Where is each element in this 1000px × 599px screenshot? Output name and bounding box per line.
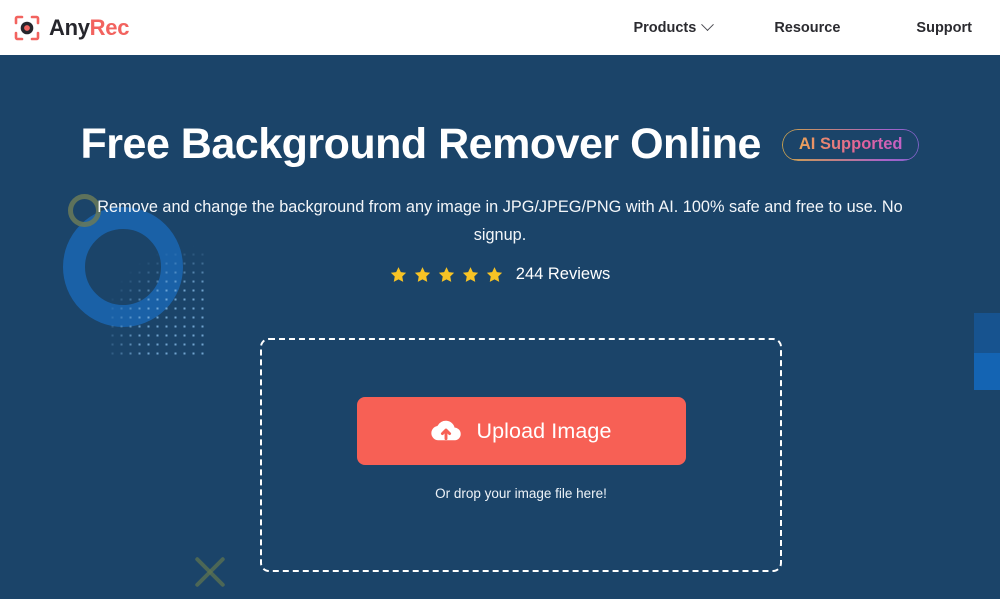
- drop-hint-text: Or drop your image file here!: [435, 486, 607, 501]
- dot-grid-decoration: [108, 241, 208, 356]
- nav-label-support: Support: [916, 19, 972, 36]
- nav-label-products: Products: [633, 19, 697, 36]
- page-root: AnyRec Products Resource Support Free Ba…: [0, 0, 1000, 599]
- star-rating: [390, 266, 503, 283]
- page-title: Free Background Remover Online: [80, 120, 762, 168]
- cross-mark-decoration: [190, 552, 230, 592]
- edge-rect-bright-decoration: [974, 353, 1000, 390]
- star-icon: [438, 266, 455, 283]
- upload-image-button[interactable]: Upload Image: [356, 397, 686, 465]
- hero-title-row: Free Background Remover Online AI Suppor…: [0, 120, 1000, 169]
- hero-subtitle: Remove and change the background from an…: [97, 198, 903, 245]
- reviews-row: 244 Reviews: [0, 265, 1000, 284]
- main-navigation: Products Resource Support: [633, 0, 1000, 55]
- brand-text-primary: Any: [49, 14, 90, 40]
- star-icon: [390, 266, 407, 283]
- edge-rect-dark-decoration: [974, 313, 1000, 353]
- nav-item-resource[interactable]: Resource: [774, 20, 840, 36]
- star-icon: [462, 266, 479, 283]
- nav-label-resource: Resource: [774, 19, 841, 36]
- upload-image-label: Upload Image: [476, 418, 612, 443]
- camera-focus-icon: [14, 15, 40, 41]
- star-icon: [486, 266, 503, 283]
- nav-item-support[interactable]: Support: [916, 20, 972, 36]
- image-dropzone[interactable]: Upload Image Or drop your image file her…: [260, 338, 782, 572]
- brand-text-accent: Rec: [89, 14, 130, 40]
- brand-wordmark: AnyRec: [49, 14, 130, 40]
- ai-supported-badge: AI Supported: [782, 129, 920, 161]
- chevron-down-icon: [701, 18, 715, 32]
- site-header: AnyRec Products Resource Support: [0, 0, 1000, 55]
- brand-logo[interactable]: AnyRec: [14, 15, 129, 41]
- cloud-upload-icon: [430, 419, 462, 443]
- reviews-count-label: 244 Reviews: [515, 265, 611, 283]
- nav-item-products[interactable]: Products: [633, 18, 715, 36]
- star-icon: [414, 266, 431, 283]
- hero-section: Free Background Remover Online AI Suppor…: [0, 55, 1000, 599]
